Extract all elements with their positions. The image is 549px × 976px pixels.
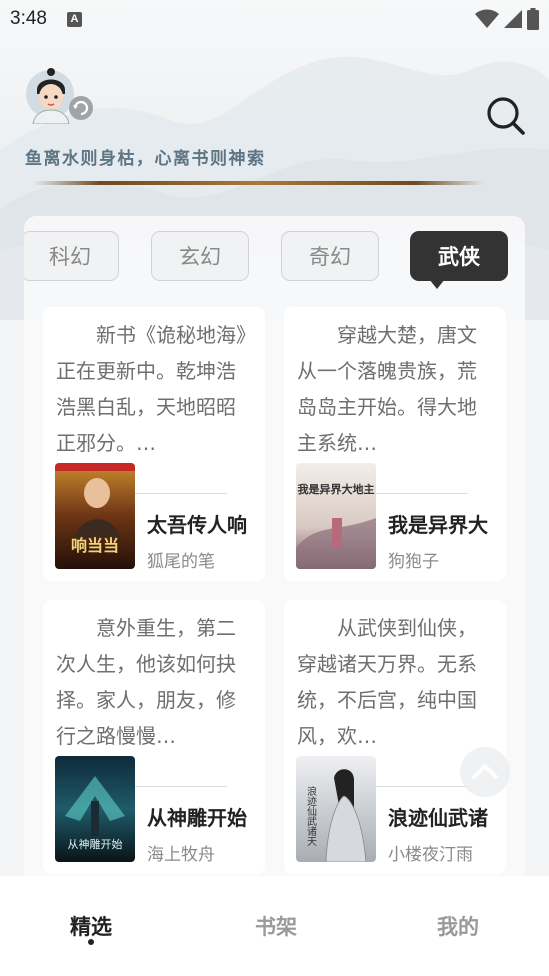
book-cover: 响当当 [55, 463, 135, 569]
wifi-icon [475, 9, 499, 28]
category-tabs: 科幻 玄幻 奇幻 武侠 [24, 216, 525, 296]
battery-icon [527, 8, 539, 30]
bottom-navigation: 精选 书架 我的 [0, 876, 549, 976]
content-panel: 科幻 玄幻 奇幻 武侠 新书《诡秘地海》正在更新中。乾坤浩浩黑白乱，天地昭昭正邪… [24, 216, 525, 876]
status-time: 3:48 [10, 8, 47, 29]
notification-icon: A [66, 11, 82, 27]
book-card[interactable]: 从武侠到仙侠，穿越诸天万界。无系统，不后宫，纯中国风，欢… 浪迹仙武诸天 浪迹仙… [284, 600, 506, 874]
book-description: 穿越大楚，唐文从一个落魄贵族，荒岛岛主开始。得大地主系统… [297, 323, 477, 455]
book-author: 狗狍子 [388, 552, 439, 572]
book-card[interactable]: 新书《诡秘地海》正在更新中。乾坤浩浩黑白乱，天地昭昭正邪分。… 响当当 太吾传人… [43, 307, 265, 581]
decorative-divider [33, 181, 483, 185]
book-cover: 从神雕开始 [55, 756, 135, 862]
scroll-to-top-button[interactable] [460, 747, 510, 797]
book-description: 意外重生，第二次人生，他该如何抉择。家人，朋友，修行之路慢慢… [56, 616, 236, 748]
book-title: 从神雕开始 [147, 806, 247, 830]
nav-mine[interactable]: 我的 [408, 911, 508, 941]
book-description: 从武侠到仙侠，穿越诸天万界。无系统，不后宫，纯中国风，欢… [297, 616, 477, 748]
search-button[interactable] [484, 94, 528, 138]
nav-bookshelf[interactable]: 书架 [226, 911, 326, 941]
book-card[interactable]: 意外重生，第二次人生，他该如何抉择。家人，朋友，修行之路慢慢… 从神雕开始 从神… [43, 600, 265, 874]
tab-wuxia[interactable]: 武侠 [410, 231, 508, 289]
card-divider [376, 786, 468, 787]
card-divider [376, 493, 468, 494]
book-author: 海上牧舟 [147, 845, 215, 865]
tab-xuanhuan[interactable]: 玄幻 [151, 231, 249, 281]
book-author: 小楼夜汀雨 [388, 845, 473, 865]
card-divider [135, 493, 227, 494]
book-title: 我是异界大 [388, 513, 488, 537]
cover-title-text: 从神雕开始 [68, 837, 123, 851]
card-divider [135, 786, 227, 787]
cover-title-text: 响当当 [71, 536, 119, 555]
book-title: 太吾传人响 [147, 513, 247, 537]
book-card[interactable]: 穿越大楚，唐文从一个落魄贵族，荒岛岛主开始。得大地主系统… 我是异界大地主 我是… [284, 307, 506, 581]
cover-title-text: 我是异界大地主 [298, 482, 375, 496]
search-icon [487, 97, 525, 135]
avatar[interactable] [25, 64, 95, 125]
book-description: 新书《诡秘地海》正在更新中。乾坤浩浩黑白乱，天地昭昭正邪分。… [56, 323, 246, 455]
active-indicator [88, 939, 94, 945]
book-author: 狐尾的笔 [147, 552, 215, 572]
tab-scifi[interactable]: 科幻 [24, 231, 119, 281]
book-cover: 浪迹仙武诸天 [296, 756, 376, 862]
nav-featured[interactable]: 精选 [41, 911, 141, 941]
cover-title-text: 浪迹仙武诸天 [305, 785, 317, 847]
slogan-text: 鱼离水则身枯，心离书则神索 [25, 149, 266, 169]
book-title: 浪迹仙武诸 [388, 806, 488, 830]
chevron-up-icon [472, 764, 498, 779]
status-bar: 3:48 A [0, 0, 549, 38]
book-cover: 我是异界大地主 [296, 463, 376, 569]
tab-fantasy[interactable]: 奇幻 [281, 231, 379, 281]
signal-icon [504, 10, 522, 28]
